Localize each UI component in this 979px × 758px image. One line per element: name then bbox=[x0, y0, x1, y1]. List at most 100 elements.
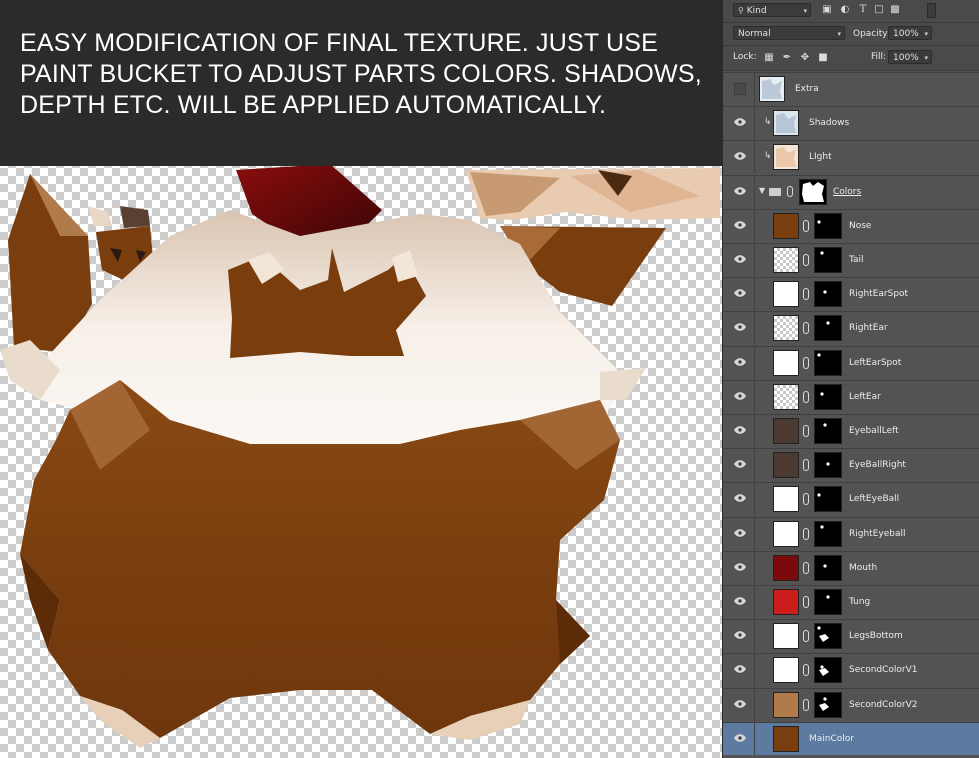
visibility-eye-icon[interactable] bbox=[725, 278, 755, 311]
smart-object-filter-icon[interactable]: ▩ bbox=[889, 4, 901, 16]
layer-row[interactable]: RightEar bbox=[723, 311, 979, 345]
layer-mask-thumbnail[interactable] bbox=[814, 486, 842, 513]
layer-thumbnail[interactable] bbox=[773, 725, 799, 752]
layer-mask-thumbnail[interactable] bbox=[814, 281, 842, 308]
layer-row[interactable]: Tung bbox=[723, 585, 979, 618]
layer-mask-thumbnail[interactable] bbox=[814, 657, 842, 684]
mask-link-icon[interactable] bbox=[803, 630, 809, 643]
layer-row[interactable]: Tail bbox=[723, 243, 979, 276]
mask-link-icon[interactable] bbox=[803, 390, 809, 403]
layer-row[interactable]: Mouth bbox=[723, 550, 979, 584]
layer-mask-thumbnail[interactable] bbox=[814, 623, 842, 650]
lock-position-icon[interactable]: ✥ bbox=[799, 52, 811, 64]
layer-mask-thumbnail[interactable] bbox=[814, 691, 842, 718]
layer-thumbnail[interactable] bbox=[773, 383, 799, 410]
image-filter-icon[interactable]: ▣ bbox=[821, 4, 833, 16]
layer-thumbnail[interactable] bbox=[773, 452, 799, 479]
layer-mask-thumbnail[interactable] bbox=[814, 247, 842, 273]
layer-row[interactable]: ↳ Shadows bbox=[723, 106, 979, 140]
layer-mask-thumbnail[interactable] bbox=[814, 554, 842, 581]
layer-thumbnail[interactable] bbox=[773, 349, 799, 376]
visibility-eye-icon[interactable] bbox=[725, 175, 755, 208]
layer-thumbnail[interactable] bbox=[773, 281, 799, 308]
layer-row[interactable]: SecondColorV2 bbox=[723, 687, 979, 721]
visibility-eye-icon[interactable] bbox=[725, 551, 755, 584]
type-filter-icon[interactable]: T bbox=[857, 4, 869, 16]
blend-mode-dropdown[interactable]: Normal ▾ bbox=[733, 26, 845, 40]
visibility-eye-icon[interactable] bbox=[725, 688, 755, 721]
layer-row[interactable]: ▼ Colors bbox=[723, 174, 979, 208]
layer-thumbnail[interactable] bbox=[773, 247, 799, 273]
mask-link-icon[interactable] bbox=[803, 459, 809, 472]
layer-row[interactable]: MainColor bbox=[723, 721, 979, 755]
layer-thumbnail[interactable] bbox=[773, 144, 799, 171]
opacity-input[interactable]: 100% ▾ bbox=[888, 26, 932, 40]
visibility-eye-icon[interactable] bbox=[725, 380, 755, 413]
mask-link-icon[interactable] bbox=[803, 322, 809, 335]
visibility-eye-icon[interactable] bbox=[725, 654, 755, 687]
shape-filter-icon[interactable]: □ bbox=[873, 4, 885, 16]
mask-link-icon[interactable] bbox=[787, 185, 793, 197]
mask-link-icon[interactable] bbox=[803, 527, 809, 540]
fill-input[interactable]: 100% ▾ bbox=[888, 50, 932, 64]
layer-mask-thumbnail[interactable] bbox=[814, 589, 842, 615]
layer-mask-thumbnail[interactable] bbox=[814, 212, 842, 239]
layer-mask-thumbnail[interactable] bbox=[814, 315, 842, 342]
visibility-eye-icon[interactable] bbox=[725, 586, 755, 618]
layer-row[interactable]: ↳ LIght bbox=[723, 140, 979, 174]
lock-paint-icon[interactable]: ✒ bbox=[781, 52, 793, 64]
layer-thumbnail[interactable] bbox=[773, 657, 799, 684]
mask-link-icon[interactable] bbox=[803, 698, 809, 711]
group-mask-thumbnail[interactable] bbox=[799, 178, 827, 205]
layer-row[interactable]: EyeBallRight bbox=[723, 448, 979, 482]
layer-mask-thumbnail[interactable] bbox=[814, 452, 842, 479]
layer-mask-thumbnail[interactable] bbox=[814, 418, 842, 444]
visibility-eye-icon[interactable] bbox=[725, 141, 755, 174]
mask-link-icon[interactable] bbox=[803, 356, 809, 369]
mask-link-icon[interactable] bbox=[803, 288, 809, 301]
layer-thumbnail[interactable] bbox=[773, 212, 799, 239]
layer-row[interactable]: RightEyeball bbox=[723, 516, 979, 550]
layer-thumbnail[interactable] bbox=[773, 110, 799, 137]
layer-row[interactable]: SecondColorV1 bbox=[723, 653, 979, 687]
layer-row[interactable]: RightEarSpot bbox=[723, 277, 979, 311]
visibility-eye-icon[interactable] bbox=[725, 107, 755, 140]
layer-row[interactable]: LeftEyeBall bbox=[723, 482, 979, 516]
layer-thumbnail[interactable] bbox=[773, 691, 799, 718]
document-canvas[interactable]: EASY MODIFICATION OF FINAL TEXTURE. JUST… bbox=[0, 0, 722, 758]
filter-kind-dropdown[interactable]: ⚲ Kind ▾ bbox=[733, 3, 811, 17]
mask-link-icon[interactable] bbox=[803, 596, 809, 608]
visibility-eye-icon[interactable] bbox=[725, 244, 755, 276]
toggle-filter-icon[interactable] bbox=[927, 3, 936, 18]
mask-link-icon[interactable] bbox=[803, 254, 809, 266]
layer-thumbnail[interactable] bbox=[773, 520, 799, 547]
layer-thumbnail[interactable] bbox=[759, 76, 785, 102]
visibility-eye-icon[interactable] bbox=[725, 620, 755, 653]
layer-thumbnail[interactable] bbox=[773, 589, 799, 615]
mask-link-icon[interactable] bbox=[803, 493, 809, 506]
visibility-eye-icon[interactable] bbox=[725, 449, 755, 482]
visibility-eye-icon[interactable] bbox=[725, 312, 755, 345]
layer-thumbnail[interactable] bbox=[773, 486, 799, 513]
adjustment-filter-icon[interactable]: ◐ bbox=[839, 4, 851, 16]
lock-pixels-icon[interactable]: ▦ bbox=[763, 52, 775, 64]
layer-row[interactable]: EyeballLeft bbox=[723, 414, 979, 447]
layer-thumbnail[interactable] bbox=[773, 315, 799, 342]
layer-row[interactable]: Extra bbox=[723, 72, 979, 105]
layer-mask-thumbnail[interactable] bbox=[814, 349, 842, 376]
layer-thumbnail[interactable] bbox=[773, 623, 799, 650]
layer-mask-thumbnail[interactable] bbox=[814, 383, 842, 410]
group-expand-arrow-icon[interactable]: ▼ bbox=[759, 186, 765, 195]
visibility-eye-icon[interactable] bbox=[725, 209, 755, 242]
lock-all-icon[interactable]: ■ bbox=[817, 52, 829, 64]
visibility-eye-icon[interactable] bbox=[725, 73, 755, 105]
layer-row[interactable]: LeftEar bbox=[723, 379, 979, 413]
visibility-eye-icon[interactable] bbox=[725, 346, 755, 379]
layer-thumbnail[interactable] bbox=[773, 418, 799, 444]
mask-link-icon[interactable] bbox=[803, 425, 809, 437]
mask-link-icon[interactable] bbox=[803, 561, 809, 574]
visibility-eye-icon[interactable] bbox=[725, 415, 755, 447]
layer-row[interactable]: LeftEarSpot bbox=[723, 345, 979, 379]
layer-thumbnail[interactable] bbox=[773, 554, 799, 581]
layer-row[interactable]: LegsBottom bbox=[723, 619, 979, 653]
